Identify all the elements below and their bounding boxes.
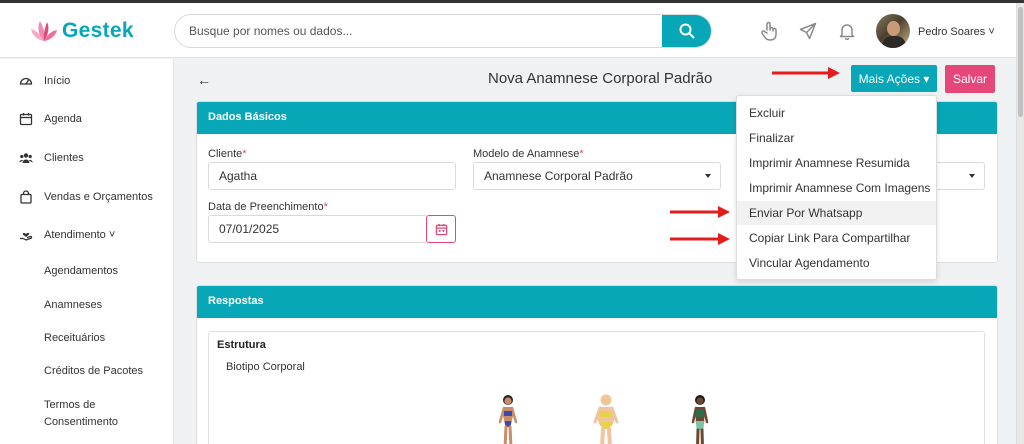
gauge-icon — [19, 77, 33, 85]
notifications-button[interactable] — [836, 20, 858, 42]
estrutura-title: Estrutura — [217, 339, 266, 351]
search-bar — [174, 14, 712, 48]
calendar-button[interactable] — [426, 215, 456, 243]
lotus-logo-icon — [31, 21, 57, 41]
respostas-header: Respostas — [197, 286, 997, 318]
mais-acoes-button[interactable]: Mais Ações ▾ — [851, 65, 937, 92]
save-button[interactable]: Salvar — [945, 65, 995, 93]
sidebar-item-inicio[interactable]: Início — [0, 70, 174, 92]
sidebar-item-label: Clientes — [44, 152, 84, 164]
sidebar-item-atendimento[interactable]: Atendimento ˅ — [0, 224, 174, 246]
scrollbar-thumb[interactable] — [1018, 7, 1023, 117]
sidebar-subitem-termos[interactable]: Termos de Consentimento — [44, 397, 124, 431]
sidebar-item-label: Início — [44, 75, 71, 87]
top-header: Gestek Pedro Soares ˅ — [0, 3, 1016, 58]
calendar-icon — [435, 223, 447, 235]
bell-icon — [839, 24, 855, 40]
required-mark: * — [323, 201, 328, 213]
modelo-label: Modelo de Anamnese* — [473, 148, 584, 160]
search-button[interactable] — [662, 15, 711, 47]
sidebar-item-label: Atendimento ˅ — [44, 229, 116, 241]
cliente-label: Cliente* — [208, 148, 247, 160]
menu-item-excluir[interactable]: Excluir — [737, 101, 936, 125]
modelo-select[interactable]: Anamnese Corporal Padrão — [473, 162, 721, 190]
avatar-face — [887, 21, 900, 36]
chevron-down-icon — [969, 174, 975, 178]
body-type-figure-3[interactable] — [686, 392, 714, 444]
sidebar: Início Agenda Clientes Vendas e Orçament… — [0, 59, 174, 444]
sidebar-subitem-agendamentos[interactable]: Agendamentos — [44, 263, 118, 280]
user-menu[interactable]: Pedro Soares ˅ — [918, 26, 995, 38]
menu-item-imprimir-resumida[interactable]: Imprimir Anamnese Resumida — [737, 151, 936, 175]
body-type-figure-2[interactable] — [590, 392, 622, 444]
logo[interactable]: Gestek — [30, 19, 134, 43]
mais-acoes-dropdown: Excluir Finalizar Imprimir Anamnese Resu… — [736, 95, 937, 280]
body-type-figure-1[interactable] — [494, 392, 522, 444]
data-field[interactable]: 07/01/2025 — [208, 215, 426, 243]
required-mark: * — [242, 148, 247, 160]
sidebar-subitem-receituarios[interactable]: Receituários — [44, 330, 105, 347]
menu-item-vincular-agendamento[interactable]: Vincular Agendamento — [737, 251, 936, 275]
hand-pointer-button[interactable] — [759, 20, 781, 42]
sidebar-item-label: Vendas e Orçamentos — [44, 191, 153, 203]
sidebar-item-clientes[interactable]: Clientes — [0, 147, 174, 169]
data-label: Data de Preenchimento* — [208, 201, 328, 213]
chevron-down-icon — [705, 174, 711, 178]
cliente-label-text: Cliente — [208, 148, 243, 160]
page-scrollbar[interactable] — [1016, 3, 1024, 444]
sidebar-item-vendas[interactable]: Vendas e Orçamentos — [0, 186, 174, 208]
search-icon — [679, 23, 694, 39]
annotation-arrow-copiar-link — [670, 233, 730, 245]
modelo-label-text: Modelo de Anamnese — [473, 148, 580, 160]
annotation-arrow-mais-acoes — [772, 67, 840, 79]
avatar-body — [882, 36, 906, 48]
sidebar-subitem-anamneses[interactable]: Anamneses — [44, 297, 102, 314]
send-button[interactable] — [797, 20, 819, 42]
menu-item-copiar-link[interactable]: Copiar Link Para Compartilhar — [737, 226, 936, 250]
menu-item-enviar-whatsapp[interactable]: Enviar Por Whatsapp — [737, 201, 936, 225]
paper-plane-icon — [799, 22, 817, 40]
estrutura-section: Estrutura Biotipo Corporal — [208, 331, 985, 444]
sidebar-item-label: Agenda — [44, 113, 82, 125]
annotation-arrow-whatsapp — [670, 206, 730, 218]
menu-item-imprimir-imagens[interactable]: Imprimir Anamnese Com Imagens — [737, 176, 936, 200]
menu-item-finalizar[interactable]: Finalizar — [737, 126, 936, 150]
biotipo-label: Biotipo Corporal — [226, 361, 305, 373]
modelo-select-value: Anamnese Corporal Padrão — [484, 169, 633, 183]
hand-pointer-icon — [761, 21, 777, 41]
search-input[interactable] — [175, 15, 663, 47]
back-button[interactable]: ← — [197, 72, 211, 88]
logo-text: Gestek — [62, 19, 134, 42]
sidebar-subitem-creditos[interactable]: Créditos de Pacotes — [44, 363, 143, 380]
page-title: Nova Anamnese Corporal Padrão — [488, 70, 713, 87]
avatar[interactable] — [876, 14, 910, 48]
required-mark: * — [579, 148, 584, 160]
calendar-icon — [19, 113, 33, 126]
users-icon — [19, 153, 33, 163]
hand-heart-icon — [20, 232, 33, 241]
cliente-field[interactable]: Agatha — [208, 162, 456, 190]
data-label-text: Data de Preenchimento — [208, 201, 324, 213]
respostas-card: Respostas Estrutura Biotipo Corporal — [196, 285, 998, 444]
shopping-bag-icon — [20, 190, 32, 204]
sidebar-item-agenda[interactable]: Agenda — [0, 108, 174, 130]
